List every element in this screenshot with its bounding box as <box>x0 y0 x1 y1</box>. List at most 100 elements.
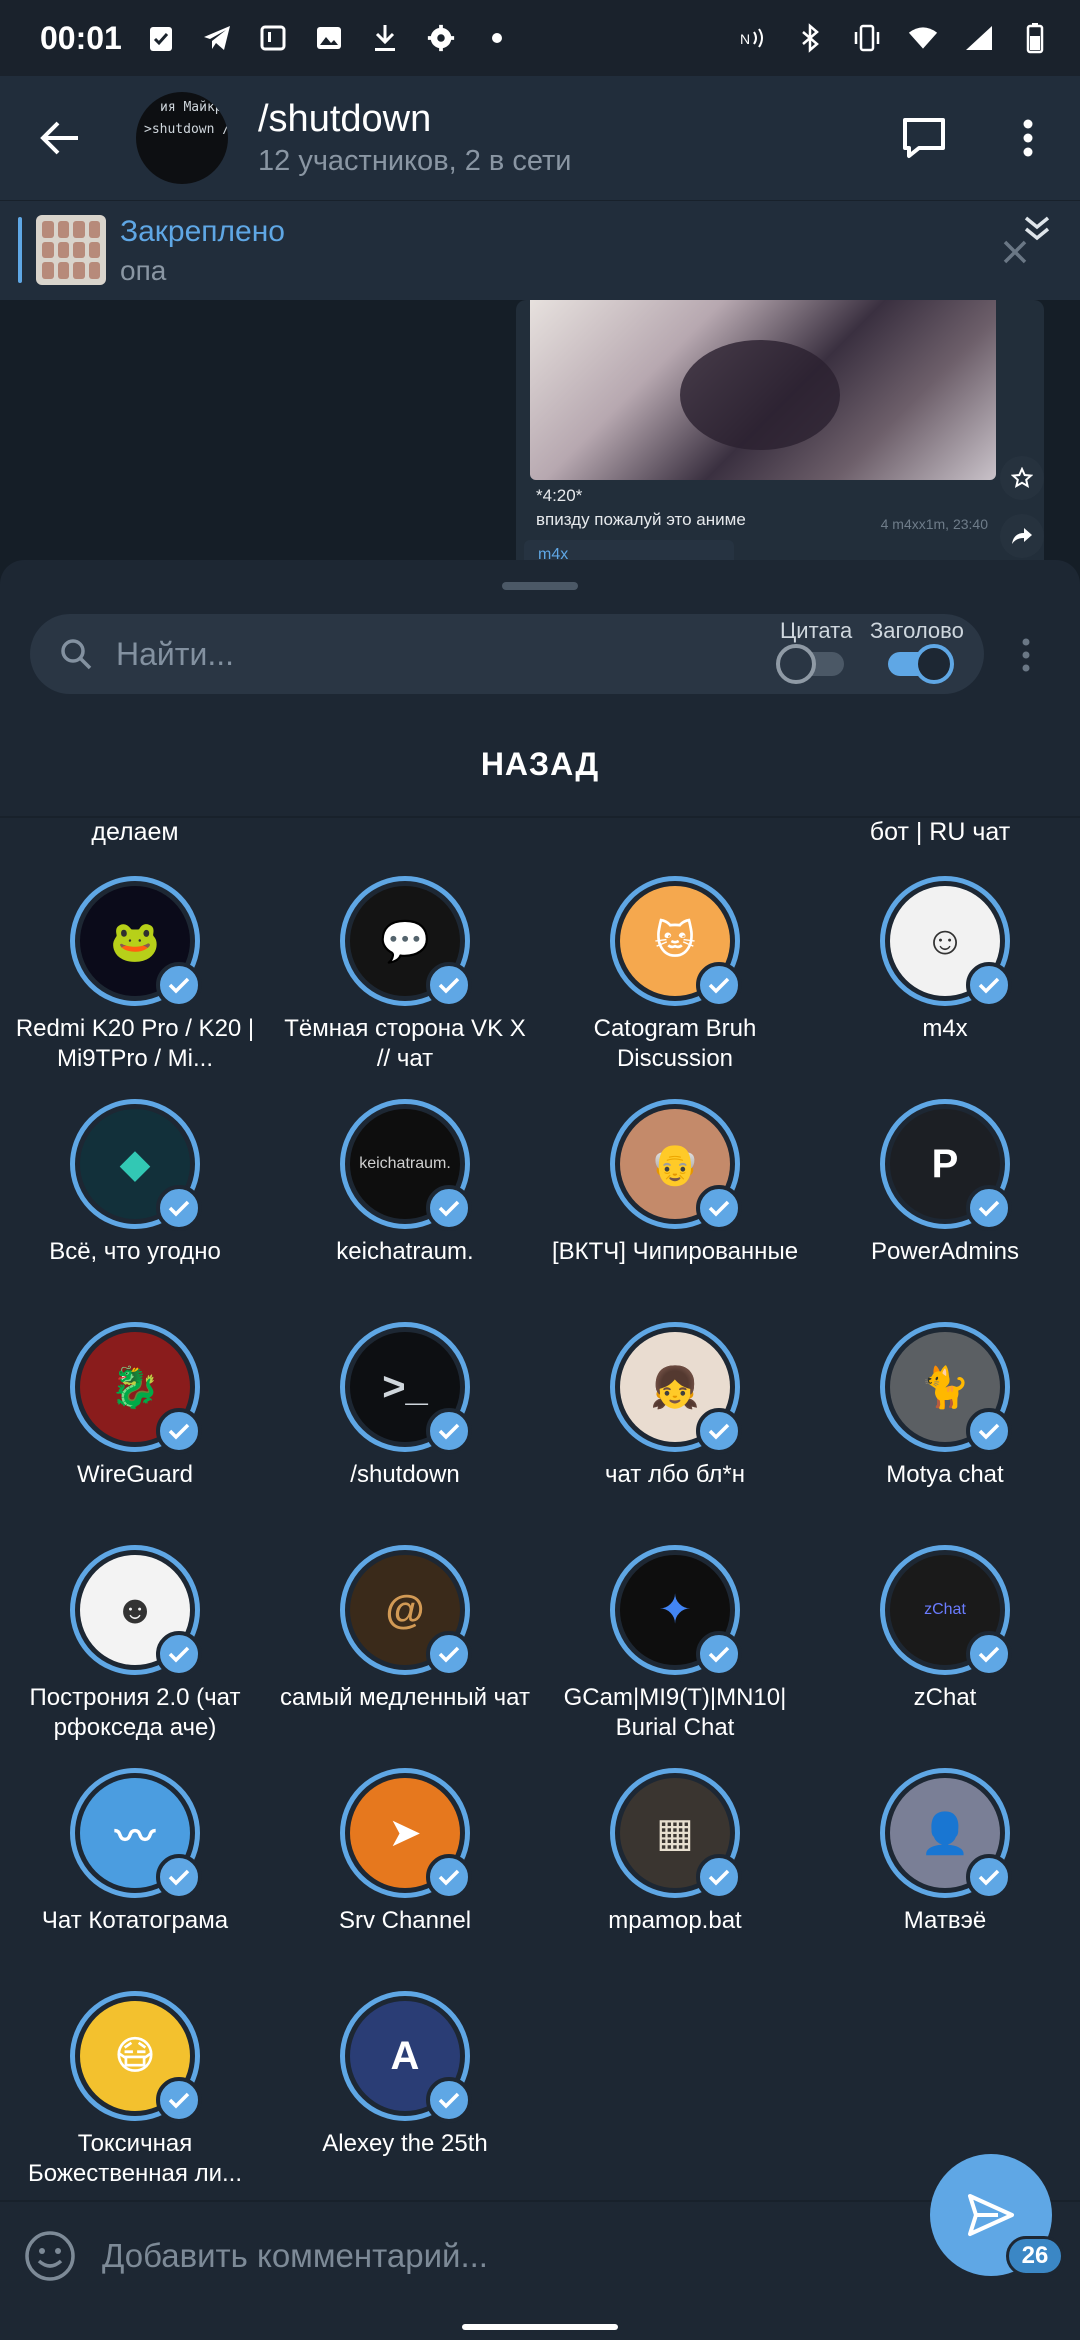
check-icon <box>966 1408 1012 1454</box>
chat-share-item[interactable]: 🐉 WireGuard <box>0 1322 270 1490</box>
chat-share-item[interactable]: 🐸 Redmi K20 Pro / K20 | Mi9TPro / Mi... <box>0 876 270 1074</box>
chat-header-info[interactable]: /shutdown 12 участников, 2 в сети <box>258 98 572 178</box>
chat-share-item[interactable]: keichatraum. keichatraum. <box>270 1099 540 1267</box>
chat-share-item[interactable]: >_ /shutdown <box>270 1322 540 1490</box>
search-input[interactable] <box>116 628 536 680</box>
check-icon <box>966 1185 1012 1231</box>
chat-avatar[interactable]: ия Майкро >shutdown /s <box>136 92 228 184</box>
chat-share-item[interactable]: 👧 чат лбо бл*н <box>540 1322 810 1490</box>
header-toggle[interactable] <box>884 644 954 684</box>
chat-avatar: 👴 <box>610 1099 742 1231</box>
chat-name: mpamop.bat <box>608 1907 742 1934</box>
bookmark-icon <box>903 118 945 158</box>
chat-name: Токсичная Божественная ли... <box>28 2130 242 2187</box>
chat-avatar: 〰 <box>70 1768 202 1900</box>
emoji-button[interactable] <box>22 2228 78 2284</box>
chat-name: PowerAdmins <box>870 1238 1020 1265</box>
chat-share-item[interactable]: 👤 Матвэё <box>810 1768 1080 1936</box>
check-icon <box>426 1408 472 1454</box>
chat-avatar: keichatraum. <box>340 1099 472 1231</box>
signal-icon <box>964 23 994 53</box>
chat-share-item[interactable]: zChat zChat <box>810 1545 1080 1713</box>
more-menu-button[interactable] <box>988 76 1068 200</box>
chat-share-item[interactable]: ☺ m4x <box>810 876 1080 1044</box>
chat-share-item[interactable]: 👴 [ВКТЧ] Чипированные <box>540 1099 810 1267</box>
home-gesture-bar[interactable] <box>462 2324 618 2330</box>
chat-name: чат лбо бл*н <box>604 1461 745 1488</box>
chat-share-item[interactable]: 🐈 Motya chat <box>810 1322 1080 1490</box>
avatar-line: >shutdown /s <box>144 122 228 137</box>
chat-name: /shutdown <box>350 1461 460 1488</box>
message-meta: 4 m4xx1m, 23:40 <box>880 516 988 532</box>
chat-name: самый медленный чат <box>280 1684 530 1711</box>
chat-name: Alexey the 25th <box>322 2130 488 2157</box>
chat-name: Catogram Bruh Discussion <box>593 1015 757 1072</box>
check-icon <box>696 1408 742 1454</box>
dot-icon <box>482 23 512 53</box>
chat-share-item[interactable]: P PowerAdmins <box>810 1099 1080 1267</box>
battery-icon <box>1020 23 1050 54</box>
chat-background: *4:20* впизду пожалуй это аниме 4 m4xx1m… <box>0 300 1080 600</box>
check-icon <box>156 962 202 1008</box>
chat-avatar: 💬 <box>340 876 472 1008</box>
chat-share-item[interactable]: 🐱 Catogram Bruh Discussion <box>540 876 810 1074</box>
chat-avatar: ✦ <box>610 1545 742 1677</box>
partial-chat-label[interactable]: бот | RU чат <box>810 818 1070 847</box>
check-icon <box>696 1631 742 1677</box>
star-icon <box>1011 467 1033 488</box>
chat-name: Всё, что угодно <box>49 1238 221 1265</box>
back-link[interactable]: НАЗАД <box>0 746 1080 783</box>
chat-avatar: 🐱 <box>610 876 742 1008</box>
check-icon <box>156 2077 202 2123</box>
check-icon <box>966 962 1012 1008</box>
chat-avatar: P <box>880 1099 1012 1231</box>
chat-share-item[interactable]: ▦ mpamop.bat <box>540 1768 810 1936</box>
favorite-button[interactable] <box>1000 456 1044 500</box>
chat-avatar: 👤 <box>880 1768 1012 1900</box>
sheet-handle[interactable] <box>502 582 578 590</box>
wifi-icon <box>908 23 938 53</box>
chat-name: Чат Котатограма <box>41 1907 229 1934</box>
chat-subtitle: 12 участников, 2 в сети <box>258 145 572 177</box>
bookmark-button[interactable] <box>884 76 964 200</box>
navigation-bar <box>0 2304 1080 2340</box>
chat-name: zChat <box>913 1684 977 1711</box>
chat-share-item[interactable]: ☻ Построния 2.0 (чат рфокседа аче) <box>0 1545 270 1743</box>
partial-chat-label[interactable]: делаем <box>5 818 265 847</box>
chat-name: WireGuard <box>76 1461 194 1488</box>
chat-share-item[interactable]: @ самый медленный чат <box>270 1545 540 1713</box>
message-text: впизду пожалуй это аниме <box>536 510 746 529</box>
chat-share-item[interactable]: 💬 Тёмная сторона VK X // чат <box>270 876 540 1074</box>
chat-share-item[interactable]: ✦ GCam|MI9(T)|MN10| Burial Chat <box>540 1545 810 1743</box>
sheet-more-button[interactable] <box>1004 630 1048 680</box>
chat-title: /shutdown <box>258 98 432 140</box>
pinned-message[interactable]: Закреплено опа <box>0 200 1080 300</box>
message-photo[interactable] <box>530 300 996 480</box>
chat-header: ия Майкро >shutdown /s /shutdown 12 учас… <box>0 76 1080 200</box>
square-icon <box>258 23 288 53</box>
quote-toggle[interactable] <box>776 644 844 684</box>
settings-cog-icon <box>426 23 456 53</box>
pinned-expand-button[interactable] <box>1012 203 1062 253</box>
back-button[interactable] <box>0 76 120 200</box>
check-icon <box>696 1185 742 1231</box>
chat-share-item[interactable]: ➤ Srv Channel <box>270 1768 540 1936</box>
vibrate-icon <box>852 23 882 53</box>
telegram-icon <box>202 23 232 53</box>
chat-avatar: 👧 <box>610 1322 742 1454</box>
bluetooth-icon <box>796 23 826 53</box>
share-button[interactable] <box>1000 514 1044 558</box>
share-arrow-icon <box>1012 528 1032 544</box>
chat-avatar: ➤ <box>340 1768 472 1900</box>
chat-name: m4x <box>922 1015 968 1042</box>
check-icon <box>966 1631 1012 1677</box>
chat-share-item[interactable]: 😷 Токсичная Божественная ли... <box>0 1991 270 2189</box>
status-bar: 00:01 N <box>0 0 1080 76</box>
comment-input[interactable] <box>102 2228 902 2284</box>
chat-share-item[interactable]: ◆ Всё, что угодно <box>0 1099 270 1267</box>
chat-share-item[interactable]: 〰 Чат Котатограма <box>0 1768 270 1936</box>
chat-share-item[interactable]: A Alexey the 25th <box>270 1991 540 2159</box>
chat-name: Redmi K20 Pro / K20 | Mi9TPro / Mi... <box>15 1015 255 1072</box>
check-icon <box>426 2077 472 2123</box>
more-vertical-icon <box>1022 638 1030 672</box>
